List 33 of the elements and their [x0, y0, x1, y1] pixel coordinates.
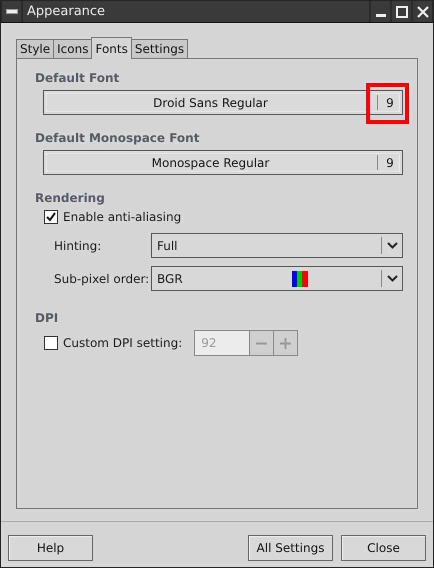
dialog-button[interactable]: Help: [8, 535, 93, 561]
checkbox-label: Custom DPI setting:: [63, 336, 182, 350]
field-label: Sub-pixel order:: [54, 272, 150, 286]
checkbox[interactable]: [44, 210, 58, 224]
minimize-icon: [376, 14, 386, 17]
window-menu-button[interactable]: [2, 1, 21, 22]
section-heading: Default Font: [35, 71, 120, 85]
tab[interactable]: Fonts: [91, 37, 132, 59]
minimize-button[interactable]: [371, 1, 390, 22]
menu-icon: [6, 9, 18, 14]
plus-icon: [280, 338, 292, 348]
window-title: Appearance: [23, 1, 369, 22]
maximize-button[interactable]: [392, 1, 411, 22]
subpixel-order-icon: [292, 270, 308, 286]
field-label: Hinting:: [54, 238, 102, 252]
chevron-down-icon: [386, 275, 398, 282]
close-button[interactable]: [413, 1, 432, 22]
tab[interactable]: Style: [16, 39, 54, 58]
section-heading: Default Monospace Font: [35, 131, 200, 145]
maximize-icon: [396, 6, 408, 18]
dropdown[interactable]: BGR: [151, 266, 403, 291]
font-button[interactable]: Monospace Regular 9: [43, 150, 403, 175]
font-button[interactable]: Droid Sans Regular 9: [43, 90, 403, 115]
checkbox-label: Enable anti-aliasing: [63, 210, 182, 224]
close-icon: [416, 6, 428, 18]
dialog-button[interactable]: All Settings: [248, 535, 333, 561]
tab[interactable]: Settings: [130, 39, 188, 58]
chevron-down-icon: [386, 242, 398, 249]
dropdown[interactable]: Full: [151, 233, 403, 258]
dialog-button[interactable]: Close: [341, 535, 426, 561]
section-heading: DPI: [35, 311, 60, 325]
section-heading: Rendering: [35, 191, 106, 205]
tab[interactable]: Icons: [53, 39, 92, 58]
